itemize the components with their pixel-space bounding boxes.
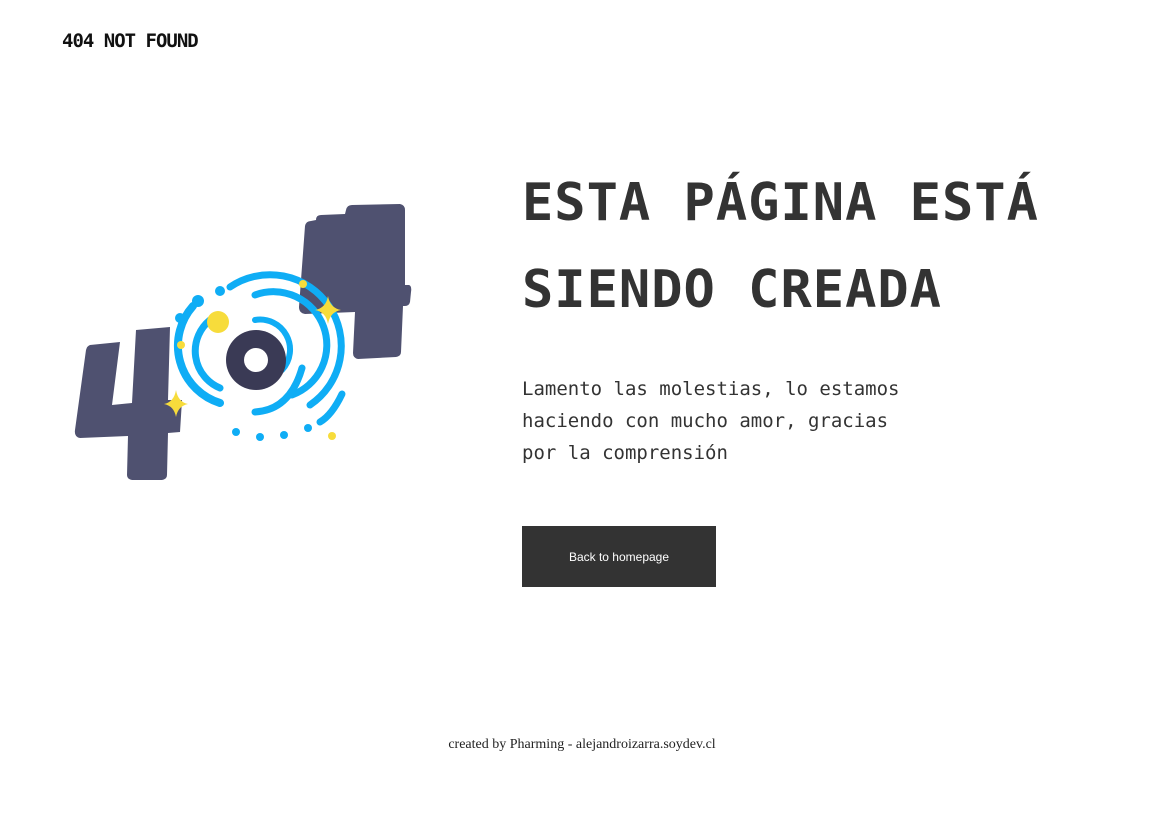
message-line-3: por la comprensión: [522, 442, 728, 464]
back-to-homepage-button[interactable]: Back to homepage: [522, 526, 716, 587]
footer-author: Pharming: [509, 737, 565, 752]
404-illustration: [74, 204, 412, 480]
headline-line-2: SIENDO CREADA: [522, 260, 942, 320]
footer-site-link[interactable]: alejandroizarra.soydev.cl: [576, 737, 716, 752]
page-headline: ESTA PÁGINA ESTÁ SIENDO CREADA: [522, 160, 1142, 334]
black-hole-icon: [226, 330, 286, 390]
apology-message: Lamento las molestias, lo estamos hacien…: [522, 373, 922, 469]
right-four-digit: [299, 204, 412, 359]
headline-line-1: ESTA PÁGINA ESTÁ: [522, 173, 1039, 233]
footer-prefix: created by: [448, 737, 510, 752]
brand-title: 404 NOT FOUND: [62, 30, 199, 52]
footer-separator: -: [564, 737, 576, 752]
footer-credits: created by Pharming - alejandroizarra.so…: [0, 737, 1164, 753]
message-line-1: Lamento las molestias, lo estamos: [522, 378, 900, 400]
message-line-2: haciendo con mucho amor, gracias: [522, 410, 889, 432]
